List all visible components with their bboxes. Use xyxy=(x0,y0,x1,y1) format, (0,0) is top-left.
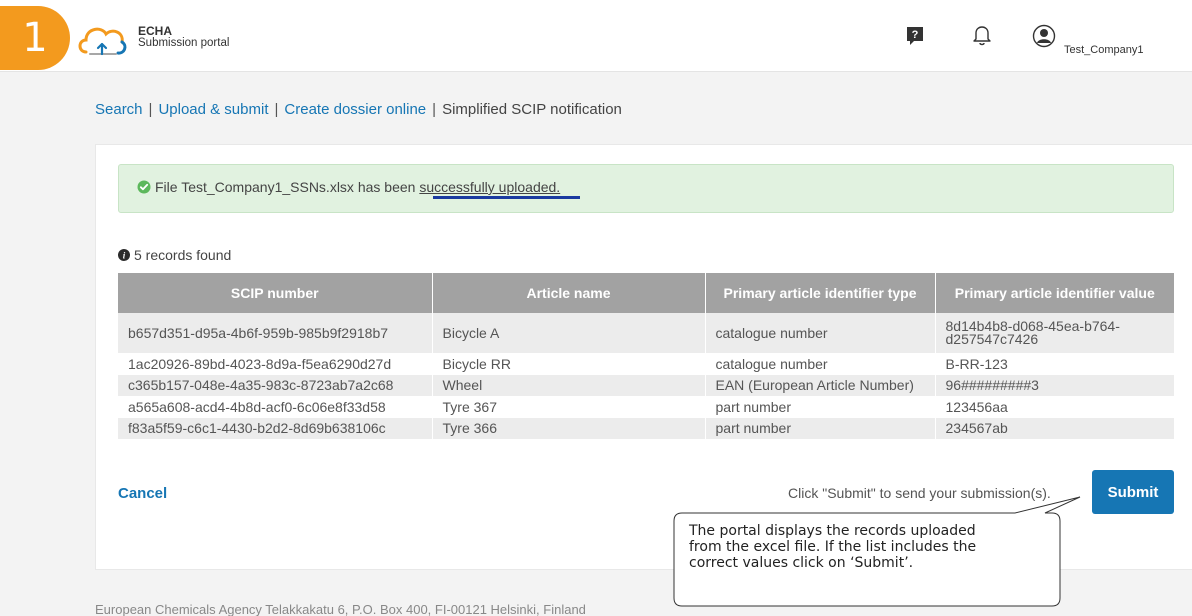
table-row: 1ac20926-89bd-4023-8d9a-f5ea6290d27d Bic… xyxy=(118,353,1174,375)
table-cell: EAN (European Article Number) xyxy=(705,375,936,396)
breadcrumb-create-dossier-link[interactable]: Create dossier online xyxy=(284,101,426,118)
top-bar: 1 ECHA Submission portal ? Test_Company1 xyxy=(0,0,1192,72)
user-name[interactable]: Test_Company1 xyxy=(1064,44,1144,56)
alert-message-prefix: File Test_Company1_SSNs.xlsx has been xyxy=(155,179,420,195)
help-icon[interactable]: ? xyxy=(906,26,924,46)
alert-message-highlight: successfully uploaded. xyxy=(419,179,561,195)
notifications-bell-icon[interactable] xyxy=(972,24,992,46)
table-cell: Tyre 367 xyxy=(432,396,706,418)
upload-success-alert: File Test_Company1_SSNs.xlsx has been su… xyxy=(118,164,1174,213)
submit-button[interactable]: Submit xyxy=(1092,470,1174,514)
table-cell: Bicycle A xyxy=(432,313,706,353)
table-cell: b657d351-d95a-4b6f-959b-985b9f2918b7 xyxy=(118,313,433,353)
records-found-note: i 5 records found xyxy=(118,247,231,263)
logo-line-echa: ECHA xyxy=(138,24,173,38)
table-cell: a565a608-acd4-4b8d-acf0-6c06e8f33d58 xyxy=(118,396,433,418)
annotation-underline xyxy=(433,196,580,199)
info-icon: i xyxy=(118,249,130,261)
breadcrumb-current-page: Simplified SCIP notification xyxy=(442,101,622,118)
table-header-row: SCIP number Article name Primary article… xyxy=(118,273,1174,313)
breadcrumb-separator: | xyxy=(432,101,437,118)
echa-cloud-logo-icon xyxy=(78,27,127,56)
records-found-text: 5 records found xyxy=(134,247,232,263)
table-row: c365b157-048e-4a35-983c-8723ab7a2c68 Whe… xyxy=(118,375,1174,396)
table-cell: Tyre 366 xyxy=(432,418,706,439)
table-cell: 1ac20926-89bd-4023-8d9a-f5ea6290d27d xyxy=(118,353,433,375)
table-cell: 8d14b4b8-d068-45ea-b764-d257547c7426 xyxy=(935,313,1174,353)
table-cell: Wheel xyxy=(432,375,706,396)
table-cell: 123456aa xyxy=(935,396,1174,418)
check-circle-icon xyxy=(137,180,151,194)
table-cell: part number xyxy=(705,396,936,418)
column-header-article-name: Article name xyxy=(432,273,706,313)
logo-line-portal: Submission portal xyxy=(138,37,230,49)
footer-address: European Chemicals Agency Telakkakatu 6,… xyxy=(95,602,586,616)
cancel-link[interactable]: Cancel xyxy=(118,485,167,502)
breadcrumb-separator: | xyxy=(148,101,153,118)
table-cell: 234567ab xyxy=(935,418,1174,439)
breadcrumb: Search | Upload & submit | Create dossier on… xyxy=(95,101,622,118)
records-table: SCIP number Article name Primary article… xyxy=(118,273,1174,439)
table-row: a565a608-acd4-4b8d-acf0-6c06e8f33d58 Tyr… xyxy=(118,396,1174,418)
annotation-callout-text: The portal displays the records uploaded… xyxy=(689,523,977,571)
breadcrumb-separator: | xyxy=(274,101,279,118)
table-cell: Bicycle RR xyxy=(432,353,706,375)
table-row: f83a5f59-c6c1-4430-b2d2-8d69b638106c Tyr… xyxy=(118,418,1174,439)
column-header-identifier-type: Primary article identifier type xyxy=(705,273,936,313)
portal-logo-text[interactable]: ECHA Submission portal xyxy=(138,25,229,49)
table-cell: f83a5f59-c6c1-4430-b2d2-8d69b638106c xyxy=(118,418,433,439)
table-cell: catalogue number xyxy=(705,353,936,375)
table-cell: c365b157-048e-4a35-983c-8723ab7a2c68 xyxy=(118,375,433,396)
table-cell: 96#########3 xyxy=(935,375,1174,396)
column-header-scip-number: SCIP number xyxy=(118,273,433,313)
table-cell: B-RR-123 xyxy=(935,353,1174,375)
breadcrumb-upload-submit-link[interactable]: Upload & submit xyxy=(158,101,268,118)
column-header-identifier-value: Primary article identifier value xyxy=(935,273,1174,313)
svg-text:?: ? xyxy=(912,29,919,41)
table-row: b657d351-d95a-4b6f-959b-985b9f2918b7 Bic… xyxy=(118,313,1174,353)
table-cell: part number xyxy=(705,418,936,439)
breadcrumb-search-link[interactable]: Search xyxy=(95,101,143,118)
step-number-badge: 1 xyxy=(0,6,70,70)
table-cell: catalogue number xyxy=(705,313,936,353)
user-avatar-icon[interactable] xyxy=(1032,24,1056,48)
